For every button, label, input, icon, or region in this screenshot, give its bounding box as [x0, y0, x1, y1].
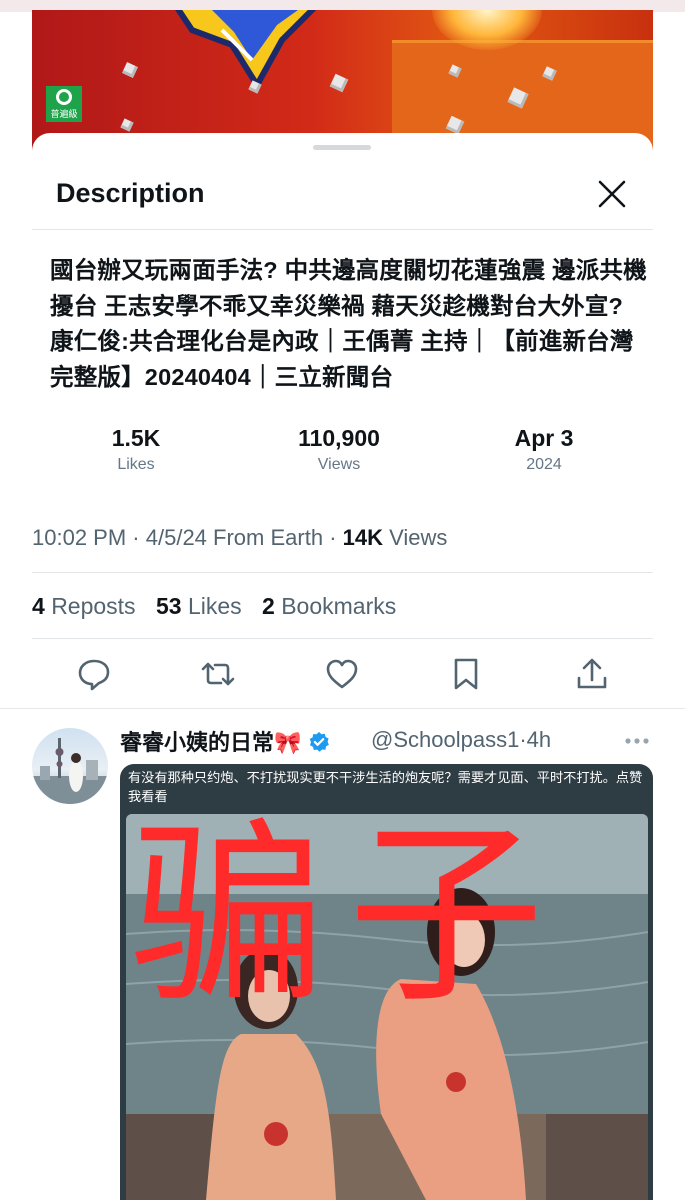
likes-link[interactable]: 53 Likes: [156, 593, 242, 619]
stat-date: Apr 3 2024: [464, 425, 624, 474]
author-handle[interactable]: @Schoolpass1·4h: [371, 727, 551, 753]
post-age: 4h: [526, 727, 552, 752]
video-description: 國台辦又玩兩面手法? 中共邊高度關切花蓮強震 邊派共機擾台 王志安學不乖又幸災樂…: [50, 257, 647, 390]
stat-label: Likes: [117, 456, 155, 473]
views-count: 14K: [342, 525, 384, 550]
scam-warning-overlay: 骗子: [130, 814, 567, 1025]
photo: 骗子: [126, 814, 648, 1200]
share-icon[interactable]: [574, 656, 610, 692]
engagement-counts: 4 Reposts 53 Likes 2 Bookmarks: [32, 593, 396, 620]
bookmarks-label: Bookmarks: [281, 593, 397, 619]
author-name[interactable]: 睿睿小姨的日常🎀: [120, 725, 330, 757]
bookmark-icon[interactable]: [448, 656, 484, 692]
sheet-title-divider: [32, 229, 653, 230]
likes-count: 53: [155, 593, 182, 619]
reply-icon[interactable]: [76, 656, 112, 692]
bookmarks-count: 2: [262, 593, 275, 619]
author-display-name: 睿睿小姨的日常🎀: [120, 730, 302, 755]
tweet-meta: 10:02 PM · 4/5/24 From Earth · 14K Views: [32, 525, 447, 551]
reposts-label: Reposts: [51, 593, 136, 619]
verified-badge-icon: [309, 732, 329, 752]
sheet-title: Description: [56, 178, 205, 208]
sheet-grabber[interactable]: [313, 145, 371, 150]
tweet-time[interactable]: 10:02 PM: [32, 525, 126, 550]
reposts-count: 4: [32, 593, 45, 619]
repost-icon[interactable]: [200, 656, 236, 692]
likes-label: Likes: [187, 593, 242, 619]
image-caption: 有没有那种只约炮、不打扰现实更不干涉生活的炮友呢？需要才见面、平时不打扰。点赞我…: [128, 770, 643, 804]
description-sheet: Description 國台辦又玩兩面手法? 中共邊高度關切花蓮強震 邊派共機擾…: [32, 133, 653, 708]
cube-decoration: [120, 118, 134, 132]
meta-separator: ·: [132, 525, 146, 550]
avatar-photo: [32, 738, 108, 804]
stat-likes: 1.5K Likes: [56, 425, 216, 474]
views-label: Views: [389, 525, 448, 550]
reposts-link[interactable]: 4 Reposts: [32, 593, 136, 619]
close-icon[interactable]: [595, 177, 629, 211]
avatar[interactable]: [32, 728, 108, 804]
handle-text: @Schoolpass1: [371, 727, 520, 752]
post-image[interactable]: 有没有那种只约炮、不打扰现实更不干涉生活的炮友呢？需要才见面、平时不打扰。点赞我…: [120, 764, 653, 1200]
meta-separator: ·: [329, 525, 343, 550]
section-separator: [0, 708, 685, 709]
handle-separator: ·: [519, 727, 527, 752]
tweet-date[interactable]: 4/5/24: [146, 525, 207, 550]
rating-ring-icon: [56, 89, 72, 105]
stat-label: 2024: [526, 456, 562, 473]
meta-divider: [32, 572, 653, 573]
stat-label: Views: [317, 456, 361, 473]
rating-badge: 普遍級: [46, 86, 82, 122]
video-thumbnail[interactable]: 普遍級: [32, 10, 653, 150]
tweet-source: From Earth: [213, 525, 324, 550]
bookmarks-link[interactable]: 2 Bookmarks: [262, 593, 396, 619]
more-icon[interactable]: [625, 737, 649, 745]
cube-decoration: [329, 73, 349, 93]
counts-divider: [32, 638, 653, 639]
cube-decoration: [122, 62, 138, 78]
stat-value: Apr 3: [514, 425, 574, 451]
stat-views: 110,900 Views: [259, 425, 419, 474]
stat-value: 110,900: [298, 425, 380, 451]
like-icon[interactable]: [324, 656, 360, 692]
stat-value: 1.5K: [111, 425, 161, 451]
show-logo-graphic: [175, 10, 317, 90]
rating-label: 普遍級: [50, 109, 78, 119]
